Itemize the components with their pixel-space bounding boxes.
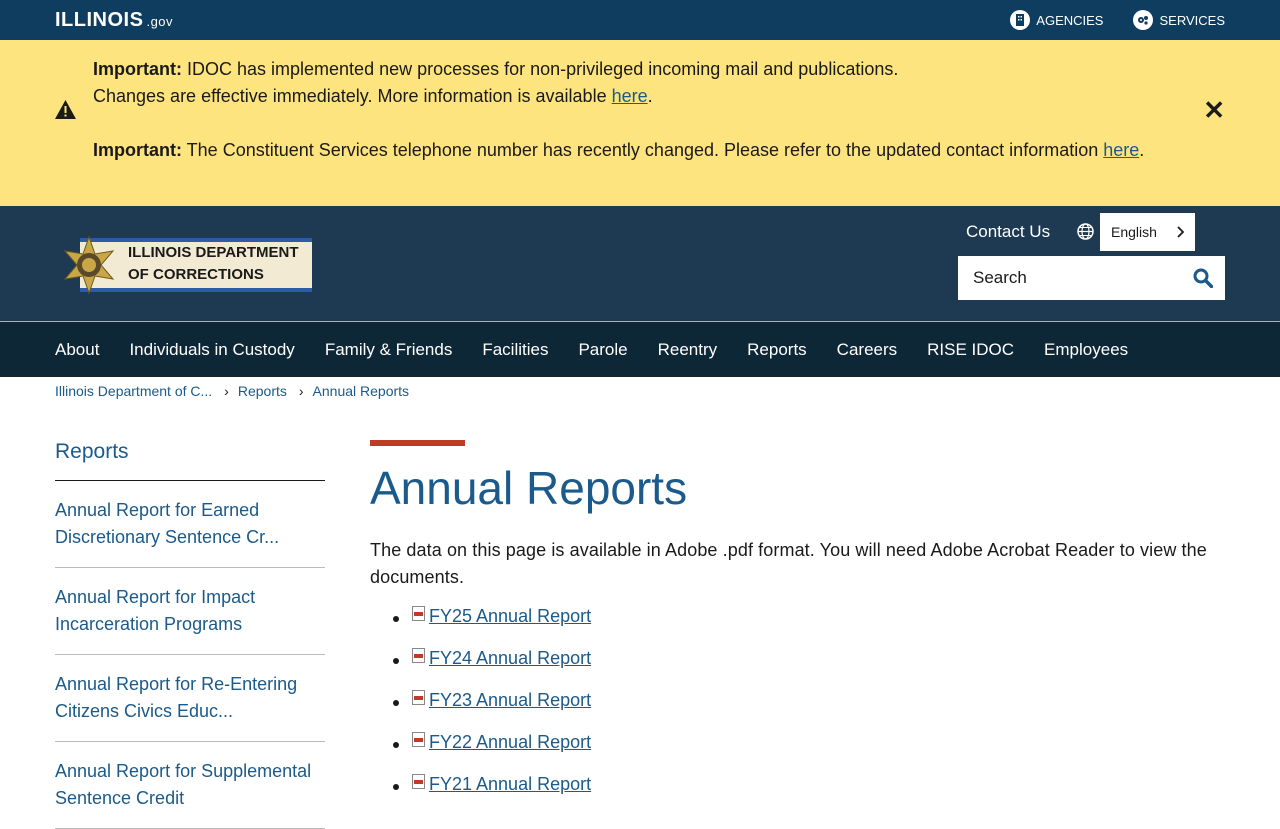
report-label: FY24 Annual Report xyxy=(429,648,592,668)
list-item: FY22 Annual Report xyxy=(370,732,1225,774)
pdf-icon xyxy=(412,606,425,621)
breadcrumb-reports[interactable]: Reports xyxy=(238,383,287,399)
logo-suffix: .gov xyxy=(146,13,174,29)
report-link-fy23[interactable]: FY23 Annual Report xyxy=(412,690,591,711)
idoc-logo[interactable]: ILLINOIS DEPARTMENT OF CORRECTIONS xyxy=(55,232,312,298)
report-label: FY25 Annual Report xyxy=(429,606,592,626)
alert-important-label: Important: xyxy=(93,140,182,160)
alert-mail-link[interactable]: here xyxy=(612,86,648,106)
alert-contact-link[interactable]: here xyxy=(1103,140,1139,160)
language-label: English xyxy=(1111,224,1157,240)
title-accent-bar xyxy=(370,440,465,446)
chevron-right-icon: › xyxy=(224,383,229,399)
warning-icon xyxy=(55,100,76,119)
logo-line-2: OF CORRECTIONS xyxy=(128,266,264,283)
contact-us-link[interactable]: Contact Us xyxy=(966,218,1050,246)
list-item: FY25 Annual Report xyxy=(370,606,1225,648)
nav-employees[interactable]: Employees xyxy=(1044,340,1128,360)
alert-text: IDOC has implemented new processes for n… xyxy=(182,59,899,79)
alert-text: Changes are effective immediately. More … xyxy=(93,86,612,106)
globe-icon xyxy=(1077,223,1094,240)
search-input[interactable]: Search xyxy=(958,256,1225,300)
alert-text: . xyxy=(1139,140,1145,160)
list-item: FY24 Annual Report xyxy=(370,648,1225,690)
nav-reports[interactable]: Reports xyxy=(747,340,807,360)
nav-rise-idoc[interactable]: RISE IDOC xyxy=(927,340,1014,360)
alert-text: The Constituent Services telephone numbe… xyxy=(182,140,1104,160)
sidebar-item-impact-incarceration[interactable]: Annual Report for Impact Incarceration P… xyxy=(55,568,325,655)
breadcrumb-home[interactable]: Illinois Department of C... xyxy=(55,383,212,399)
chevron-right-icon: › xyxy=(298,383,304,399)
agencies-link[interactable]: AGENCIES xyxy=(1010,10,1103,30)
services-link[interactable]: SERVICES xyxy=(1133,10,1225,30)
sidebar-item-civics-education[interactable]: Annual Report for Re-Entering Citizens C… xyxy=(55,655,325,742)
breadcrumb: Illinois Department of C... › Reports › … xyxy=(55,383,409,399)
nav-about[interactable]: About xyxy=(55,340,99,360)
report-link-fy21[interactable]: FY21 Annual Report xyxy=(412,774,591,795)
list-item: FY21 Annual Report xyxy=(370,774,1225,816)
gears-icon xyxy=(1133,10,1154,30)
nav-parole[interactable]: Parole xyxy=(578,340,627,360)
sidebar-item-earned-discretionary[interactable]: Annual Report for Earned Discretionary S… xyxy=(55,481,325,568)
agency-header: ILLINOIS DEPARTMENT OF CORRECTIONS Conta… xyxy=(0,206,1280,322)
pdf-icon xyxy=(412,732,425,747)
report-label: FY22 Annual Report xyxy=(429,732,592,752)
nav-careers[interactable]: Careers xyxy=(837,340,897,360)
pdf-icon xyxy=(412,774,425,789)
services-label: SERVICES xyxy=(1159,12,1225,28)
close-alert-button[interactable]: ✕ xyxy=(1203,97,1225,123)
alert-banner: ✕ Important: IDOC has implemented new pr… xyxy=(0,40,1280,206)
page-title: Annual Reports xyxy=(370,462,688,514)
alert-text: . xyxy=(647,86,653,106)
state-bar: ILLINOIS .gov AGENCIES SERVICES xyxy=(0,0,1280,40)
sidebar-item-supplemental-credit[interactable]: Annual Report for Supplemental Sentence … xyxy=(55,742,325,829)
alert-message-2: Important: The Constituent Services tele… xyxy=(93,137,1225,164)
report-link-fy22[interactable]: FY22 Annual Report xyxy=(412,732,591,753)
main-nav: About Individuals in Custody Family & Fr… xyxy=(0,322,1280,377)
nav-reentry[interactable]: Reentry xyxy=(658,340,718,360)
report-link-fy24[interactable]: FY24 Annual Report xyxy=(412,648,591,669)
agencies-label: AGENCIES xyxy=(1036,12,1104,28)
report-label: FY23 Annual Report xyxy=(429,690,592,710)
pdf-icon xyxy=(412,690,425,705)
nav-individuals-in-custody[interactable]: Individuals in Custody xyxy=(129,340,294,360)
logo-text: ILLINOIS xyxy=(55,8,144,31)
search-icon[interactable] xyxy=(1193,268,1213,288)
chevron-right-icon xyxy=(1177,226,1184,238)
alert-important-label: Important: xyxy=(93,59,182,79)
alert-message-1: Important: IDOC has implemented new proc… xyxy=(93,56,1225,110)
pdf-icon xyxy=(412,648,425,663)
building-icon xyxy=(1010,10,1031,30)
illinois-gov-logo[interactable]: ILLINOIS .gov xyxy=(55,9,173,32)
nav-facilities[interactable]: Facilities xyxy=(482,340,548,360)
language-selector[interactable]: English xyxy=(1100,213,1195,251)
logo-line-1: ILLINOIS DEPARTMENT xyxy=(128,244,299,261)
breadcrumb-current[interactable]: Annual Reports xyxy=(313,383,410,399)
report-list: FY25 Annual Report FY24 Annual Report FY… xyxy=(370,606,1225,816)
sidebar-title[interactable]: Reports xyxy=(55,440,325,481)
report-link-fy25[interactable]: FY25 Annual Report xyxy=(412,606,591,627)
sidebar: Reports Annual Report for Earned Discret… xyxy=(55,440,325,829)
list-item: FY23 Annual Report xyxy=(370,690,1225,732)
search-placeholder: Search xyxy=(973,268,1027,287)
report-label: FY21 Annual Report xyxy=(429,774,592,794)
nav-family-friends[interactable]: Family & Friends xyxy=(325,340,453,360)
intro-text: The data on this page is available in Ad… xyxy=(370,540,1207,587)
main-content: Annual Reports The data on this page is … xyxy=(370,440,1225,816)
